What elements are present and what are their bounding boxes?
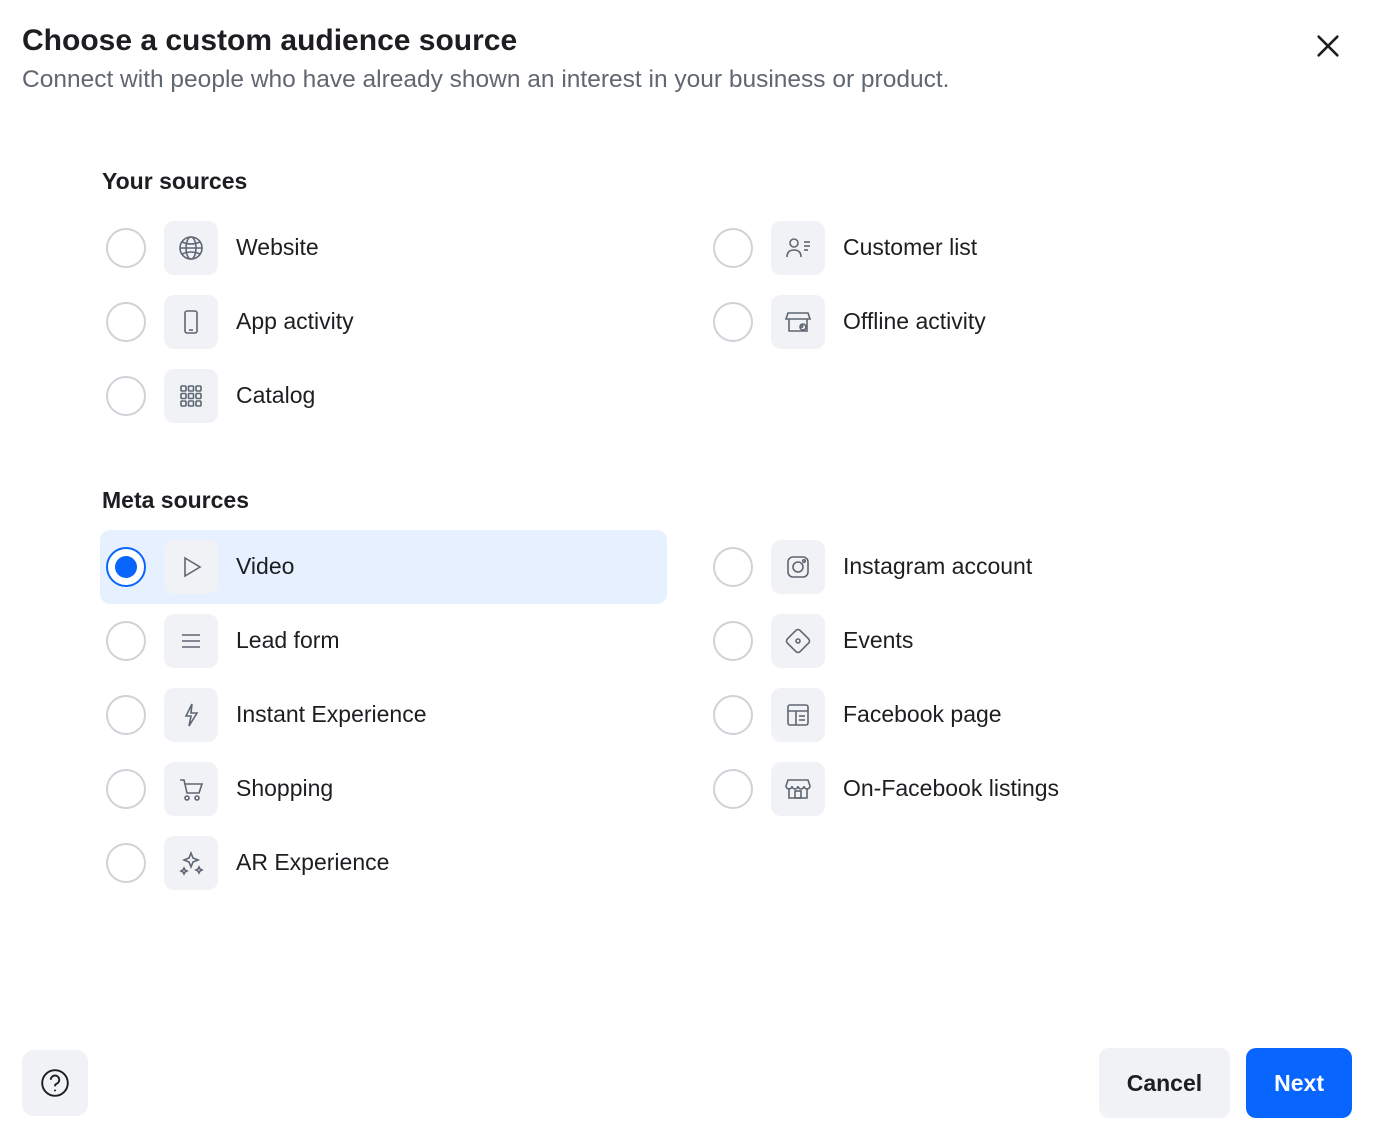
- radio-instagram-account[interactable]: [713, 547, 753, 587]
- globe-icon: [164, 221, 218, 275]
- radio-events[interactable]: [713, 621, 753, 661]
- cancel-button[interactable]: Cancel: [1099, 1048, 1230, 1118]
- header-titles: Choose a custom audience source Connect …: [22, 22, 1308, 94]
- section-title-meta-sources: Meta sources: [102, 487, 1274, 514]
- mobile-icon: [164, 295, 218, 349]
- source-option-instant-experience[interactable]: Instant Experience: [100, 678, 667, 752]
- section-title-your-sources: Your sources: [102, 168, 1274, 195]
- store-icon: [771, 295, 825, 349]
- storefront-icon: [771, 762, 825, 816]
- close-icon: [1314, 32, 1342, 60]
- your-sources-grid: Website Customer list App activity Offline …: [100, 211, 1274, 433]
- radio-shopping[interactable]: [106, 769, 146, 809]
- modal-subtitle: Connect with people who have already sho…: [22, 66, 1308, 94]
- radio-lead-form[interactable]: [106, 621, 146, 661]
- source-label-shopping: Shopping: [236, 775, 333, 802]
- source-option-shopping[interactable]: Shopping: [100, 752, 667, 826]
- source-option-website[interactable]: Website: [100, 211, 667, 285]
- radio-offline-activity[interactable]: [713, 302, 753, 342]
- source-label-facebook-page: Facebook page: [843, 701, 1002, 728]
- play-icon: [164, 540, 218, 594]
- source-label-catalog: Catalog: [236, 382, 315, 409]
- source-option-instagram-account[interactable]: Instagram account: [707, 530, 1274, 604]
- custom-audience-source-modal: Choose a custom audience source Connect …: [0, 0, 1374, 1140]
- cart-icon: [164, 762, 218, 816]
- radio-on-facebook-listings[interactable]: [713, 769, 753, 809]
- source-option-customer-list[interactable]: Customer list: [707, 211, 1274, 285]
- source-option-ar-experience[interactable]: AR Experience: [100, 826, 667, 900]
- source-label-events: Events: [843, 627, 913, 654]
- catalog-grid-icon: [164, 369, 218, 423]
- modal-body: Your sources Website Customer list App act…: [0, 104, 1374, 920]
- help-icon: [39, 1067, 71, 1099]
- radio-facebook-page[interactable]: [713, 695, 753, 735]
- source-option-on-facebook-listings[interactable]: On-Facebook listings: [707, 752, 1274, 826]
- source-label-instagram-account: Instagram account: [843, 553, 1032, 580]
- source-option-facebook-page[interactable]: Facebook page: [707, 678, 1274, 752]
- radio-ar-experience[interactable]: [106, 843, 146, 883]
- customer-list-icon: [771, 221, 825, 275]
- radio-website[interactable]: [106, 228, 146, 268]
- radio-app-activity[interactable]: [106, 302, 146, 342]
- modal-footer: Cancel Next: [0, 1030, 1374, 1140]
- source-label-app-activity: App activity: [236, 308, 354, 335]
- form-lines-icon: [164, 614, 218, 668]
- next-button[interactable]: Next: [1246, 1048, 1352, 1118]
- radio-customer-list[interactable]: [713, 228, 753, 268]
- source-label-offline-activity: Offline activity: [843, 308, 986, 335]
- sparkle-icon: [164, 836, 218, 890]
- source-label-customer-list: Customer list: [843, 234, 977, 261]
- source-option-video[interactable]: Video: [100, 530, 667, 604]
- source-label-video: Video: [236, 553, 294, 580]
- source-option-lead-form[interactable]: Lead form: [100, 604, 667, 678]
- help-button[interactable]: [22, 1050, 88, 1116]
- source-label-on-facebook-listings: On-Facebook listings: [843, 775, 1059, 802]
- modal-title: Choose a custom audience source: [22, 22, 1308, 60]
- source-label-ar-experience: AR Experience: [236, 849, 389, 876]
- radio-instant-experience[interactable]: [106, 695, 146, 735]
- source-label-website: Website: [236, 234, 319, 261]
- source-option-app-activity[interactable]: App activity: [100, 285, 667, 359]
- source-option-offline-activity[interactable]: Offline activity: [707, 285, 1274, 359]
- lightning-icon: [164, 688, 218, 742]
- close-button[interactable]: [1308, 26, 1348, 66]
- source-label-lead-form: Lead form: [236, 627, 340, 654]
- instagram-icon: [771, 540, 825, 594]
- radio-video[interactable]: [106, 547, 146, 587]
- footer-actions: Cancel Next: [1099, 1048, 1352, 1118]
- page-layout-icon: [771, 688, 825, 742]
- meta-sources-grid: Video Instagram account Lead form Events Ins…: [100, 530, 1274, 900]
- radio-catalog[interactable]: [106, 376, 146, 416]
- modal-header: Choose a custom audience source Connect …: [0, 0, 1374, 104]
- ticket-icon: [771, 614, 825, 668]
- source-option-catalog[interactable]: Catalog: [100, 359, 667, 433]
- source-option-events[interactable]: Events: [707, 604, 1274, 678]
- source-label-instant-experience: Instant Experience: [236, 701, 427, 728]
